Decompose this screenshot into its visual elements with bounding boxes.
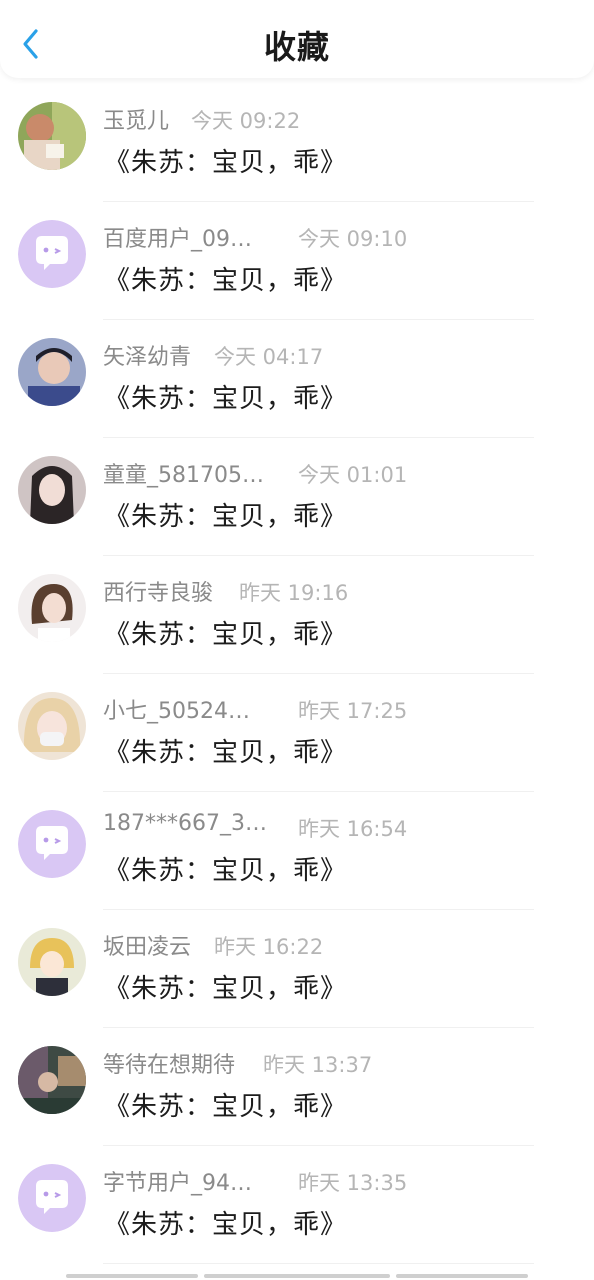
favorite-title: 《朱苏：宝贝，乖》	[104, 1092, 348, 1122]
timestamp: 今天 09:22	[191, 109, 301, 133]
header-bar: 收藏	[0, 0, 594, 78]
avatar[interactable]	[18, 692, 86, 760]
list-item[interactable]: 西行寺良骏 昨天 19:16 《朱苏：宝贝，乖》	[0, 556, 594, 674]
favorite-title: 《朱苏：宝贝，乖》	[104, 1210, 348, 1240]
timestamp: 昨天 16:22	[214, 935, 324, 959]
avatar[interactable]	[18, 810, 86, 878]
bottom-indicator	[0, 1272, 594, 1280]
favorite-title: 《朱苏：宝贝，乖》	[104, 738, 348, 768]
favorite-title: 《朱苏：宝贝，乖》	[104, 148, 348, 178]
user-name: 等待在想期待	[103, 1053, 236, 1078]
indicator-bar	[396, 1274, 528, 1278]
user-name: 187***667_3…	[103, 811, 267, 836]
avatar[interactable]	[18, 928, 86, 996]
user-name: 坂田凌云	[103, 935, 192, 960]
timestamp: 昨天 16:54	[298, 817, 408, 841]
list-item[interactable]: 等待在想期待 昨天 13:37 《朱苏：宝贝，乖》	[0, 1028, 594, 1146]
list-item[interactable]: 玉觅儿 今天 09:22 《朱苏：宝贝，乖》	[0, 84, 594, 202]
user-name: 童童_581705…	[103, 463, 264, 488]
avatar[interactable]	[18, 1046, 86, 1114]
divider	[103, 1263, 534, 1264]
avatar[interactable]	[18, 574, 86, 642]
avatar[interactable]	[18, 220, 86, 288]
favorite-title: 《朱苏：宝贝，乖》	[104, 502, 348, 532]
list-item[interactable]: 187***667_3… 昨天 16:54 《朱苏：宝贝，乖》	[0, 792, 594, 910]
user-name: 玉觅儿	[103, 109, 170, 134]
list-item[interactable]: 百度用户_09… 今天 09:10 《朱苏：宝贝，乖》	[0, 202, 594, 320]
list-item[interactable]: 坂田凌云 昨天 16:22 《朱苏：宝贝，乖》	[0, 910, 594, 1028]
favorite-title: 《朱苏：宝贝，乖》	[104, 856, 348, 886]
page-title: 收藏	[263, 28, 330, 66]
timestamp: 昨天 19:16	[239, 581, 349, 605]
indicator-bar	[204, 1274, 390, 1278]
user-name: 矢泽幼青	[103, 345, 192, 370]
list-item[interactable]: 矢泽幼青 今天 04:17 《朱苏：宝贝，乖》	[0, 320, 594, 438]
user-name: 字节用户_94…	[103, 1171, 252, 1196]
timestamp: 昨天 17:25	[298, 699, 408, 723]
avatar[interactable]	[18, 338, 86, 406]
avatar[interactable]	[18, 102, 86, 170]
list-item[interactable]: 童童_581705… 今天 01:01 《朱苏：宝贝，乖》	[0, 438, 594, 556]
timestamp: 今天 01:01	[298, 463, 408, 487]
favorite-title: 《朱苏：宝贝，乖》	[104, 384, 348, 414]
timestamp: 今天 09:10	[298, 227, 408, 251]
avatar[interactable]	[18, 1164, 86, 1232]
list-item[interactable]: 小七_50524… 昨天 17:25 《朱苏：宝贝，乖》	[0, 674, 594, 792]
favorites-list: 玉觅儿 今天 09:22 《朱苏：宝贝，乖》 百度用户_09… 今天 09:10…	[0, 84, 594, 1264]
favorite-title: 《朱苏：宝贝，乖》	[104, 620, 348, 650]
user-name: 百度用户_09…	[103, 227, 252, 252]
avatar[interactable]	[18, 456, 86, 524]
indicator-bar	[66, 1274, 198, 1278]
favorite-title: 《朱苏：宝贝，乖》	[104, 974, 348, 1004]
favorite-title: 《朱苏：宝贝，乖》	[104, 266, 348, 296]
timestamp: 昨天 13:35	[298, 1171, 408, 1195]
timestamp: 昨天 13:37	[263, 1053, 373, 1077]
timestamp: 今天 04:17	[214, 345, 324, 369]
list-item[interactable]: 字节用户_94… 昨天 13:35 《朱苏：宝贝，乖》	[0, 1146, 594, 1264]
user-name: 西行寺良骏	[103, 581, 214, 606]
user-name: 小七_50524…	[103, 699, 250, 724]
